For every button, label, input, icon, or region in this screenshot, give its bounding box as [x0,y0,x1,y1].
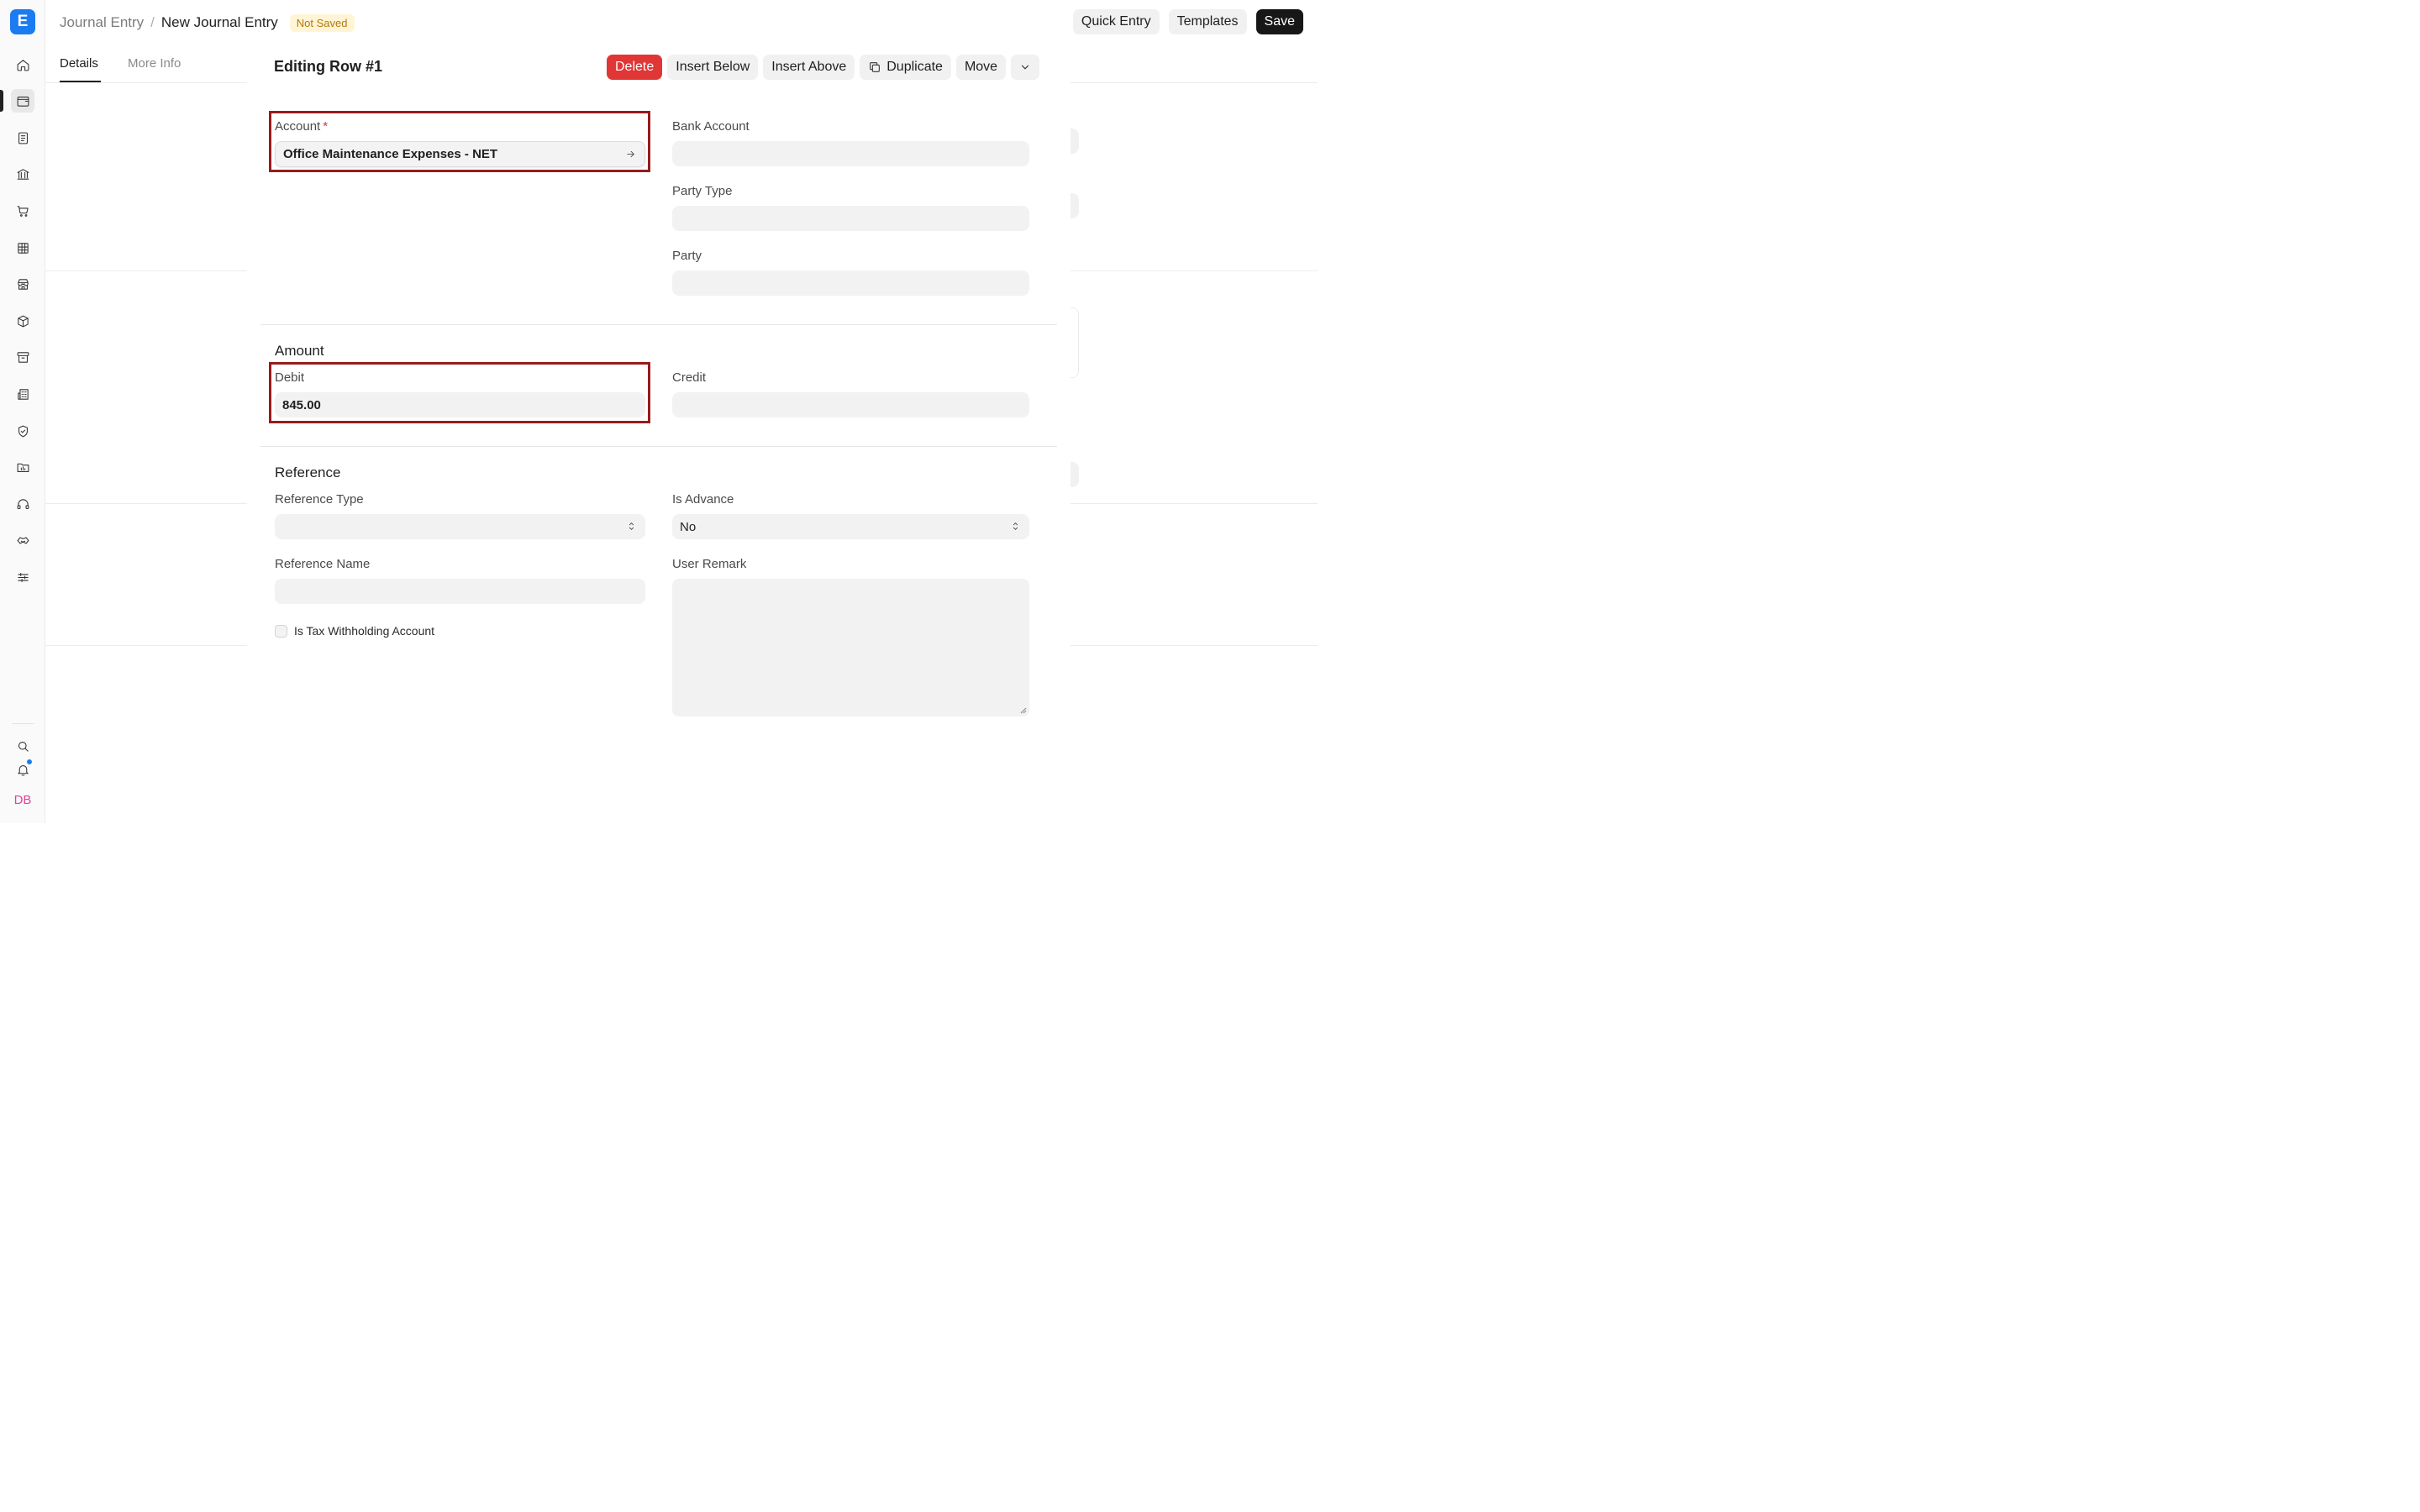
chevron-down-icon [1021,65,1029,70]
building-icon[interactable] [11,382,34,406]
page-title: New Journal Entry [160,14,278,30]
user-remark-label: User Remark [672,557,747,571]
tax-withholding-checkbox[interactable] [275,625,287,638]
edit-row-panel: Editing Row #1 Delete Insert Below Inser… [247,45,1071,823]
reference-section-title: Reference [275,465,341,480]
required-marker: * [323,119,329,134]
debit-field[interactable]: 845.00 [275,392,645,417]
quick-entry-button[interactable]: Quick Entry [1072,9,1160,34]
party-label: Party [672,249,702,263]
avatar[interactable]: DB [11,788,34,811]
shield-check-icon[interactable] [11,419,34,443]
amount-section-title: Amount [275,343,324,359]
tax-withholding-label: Is Tax Withholding Account [294,624,435,638]
active-tab-underline [60,81,101,82]
store-icon[interactable] [11,272,34,296]
sidebar-divider [12,723,34,724]
reference-name-label: Reference Name [275,557,371,571]
breadcrumb: Journal Entry / New Journal Entry Not Sa… [60,13,355,33]
bank-account-field[interactable] [672,141,1029,166]
duplicate-button[interactable]: Duplicate [860,55,951,80]
app-logo[interactable]: E [10,9,35,34]
breadcrumb-parent[interactable]: Journal Entry [60,14,144,31]
status-badge: Not Saved [289,13,355,32]
notification-dot [26,759,33,765]
document-icon[interactable] [11,126,34,150]
reference-type-select[interactable] [275,514,645,539]
save-button[interactable]: Save [1255,9,1303,34]
home-icon[interactable] [11,53,34,76]
folder-chart-icon[interactable] [11,455,34,479]
table-icon[interactable] [11,236,34,260]
top-actions: Quick Entry Templates Save [1072,9,1303,34]
panel-title: Editing Row #1 [274,58,383,75]
more-actions-button[interactable] [1011,55,1040,80]
insert-above-button[interactable]: Insert Above [763,55,855,80]
debit-value: 845.00 [282,397,321,412]
account-label: Account * [275,119,328,134]
package-icon[interactable] [11,309,34,333]
debit-label: Debit [275,370,305,385]
sliders-icon[interactable] [11,565,34,589]
select-arrows-icon [626,521,637,532]
duplicate-icon [870,62,881,72]
row-actions: Delete Insert Below Insert Above Duplica… [607,55,1040,80]
section-divider [260,446,1057,447]
templates-button[interactable]: Templates [1168,9,1247,34]
sidebar: E DB [0,0,45,823]
party-field[interactable] [672,270,1029,296]
wallet-icon[interactable] [11,89,34,113]
reference-type-label: Reference Type [275,492,364,507]
move-button[interactable]: Move [955,55,1007,80]
cart-icon[interactable] [11,199,34,223]
arrow-right-icon[interactable] [625,149,636,160]
active-indicator [0,90,3,112]
tab-more-info[interactable]: More Info [128,56,181,71]
bank-icon[interactable] [11,162,34,186]
account-field[interactable]: Office Maintenance Expenses - NET [275,141,645,167]
bank-account-label: Bank Account [672,119,750,134]
account-label-text: Account [275,119,321,134]
duplicate-label: Duplicate [886,60,943,74]
archive-icon[interactable] [11,345,34,369]
user-remark-textarea[interactable] [672,579,1029,717]
select-arrows-icon [1010,521,1021,532]
headset-icon[interactable] [11,492,34,516]
is-advance-select[interactable]: No [672,514,1029,539]
tab-details[interactable]: Details [60,56,98,71]
breadcrumb-separator: / [150,14,155,30]
insert-below-button[interactable]: Insert Below [667,55,759,80]
bell-icon[interactable] [11,758,34,781]
resize-handle-icon[interactable] [1020,707,1027,714]
account-value: Office Maintenance Expenses - NET [283,147,498,161]
handshake-icon[interactable] [11,528,34,552]
is-advance-label: Is Advance [672,492,734,507]
is-advance-value: No [680,519,697,534]
search-icon[interactable] [11,734,34,758]
party-type-field[interactable] [672,206,1029,231]
credit-label: Credit [672,370,707,385]
credit-field[interactable] [672,392,1029,417]
reference-name-field[interactable] [275,579,645,604]
section-divider [260,324,1057,325]
delete-button[interactable]: Delete [607,55,663,80]
party-type-label: Party Type [672,184,733,198]
